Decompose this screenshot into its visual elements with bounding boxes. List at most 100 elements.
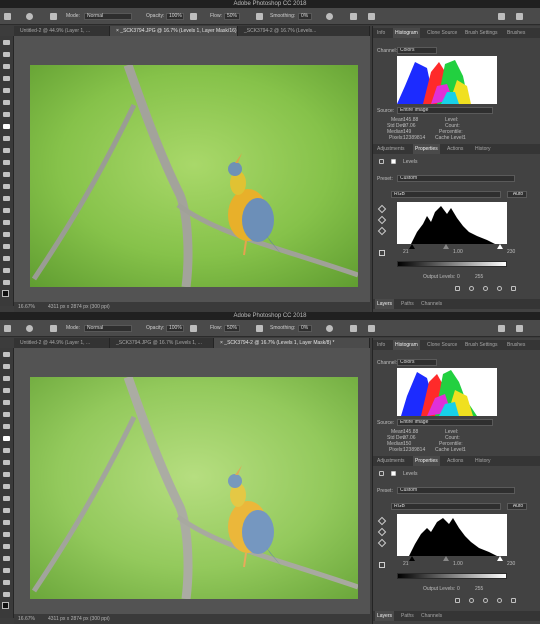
eyedropper-tool-icon[interactable]: [3, 100, 10, 105]
input-black-value[interactable]: 21: [403, 561, 409, 567]
brush-tool-icon[interactable]: [4, 325, 11, 332]
input-black-slider[interactable]: [409, 556, 415, 561]
airbrush-icon[interactable]: [256, 325, 263, 332]
tab-document-2[interactable]: _SCK3794.JPG @ 16.7% (Levels 1, ...: [110, 338, 214, 348]
input-white-slider[interactable]: [497, 556, 503, 561]
opacity-input[interactable]: 100%: [166, 13, 184, 20]
smoothing-input[interactable]: 0%: [298, 13, 312, 20]
input-gamma-value[interactable]: 1.00: [453, 561, 463, 567]
tab-properties[interactable]: Properties: [413, 144, 440, 154]
tab-document-1[interactable]: Untitled-2 @ 44.9% (Layer 1, ...: [14, 338, 110, 348]
brush-tool-icon[interactable]: [3, 124, 10, 129]
tab-properties[interactable]: Properties: [413, 456, 440, 466]
clone-stamp-tool-icon[interactable]: [3, 448, 10, 453]
input-gamma-slider[interactable]: [443, 556, 449, 561]
flow-input[interactable]: 50%: [224, 13, 240, 20]
eyedropper-tool-icon[interactable]: [3, 412, 10, 417]
gradient-tool-icon[interactable]: [3, 484, 10, 489]
tab-history[interactable]: History: [473, 144, 493, 154]
reset-icon[interactable]: [483, 598, 488, 603]
gray-eyedropper-icon[interactable]: [377, 527, 387, 537]
move-tool-icon[interactable]: [3, 40, 10, 45]
tab-adjustments[interactable]: Adjustments: [375, 144, 407, 154]
eraser-tool-icon[interactable]: [3, 160, 10, 165]
input-white-value[interactable]: 230: [507, 249, 515, 255]
view-previous-icon[interactable]: [469, 286, 474, 291]
crop-tool-icon[interactable]: [3, 88, 10, 93]
lasso-tool-icon[interactable]: [3, 376, 10, 381]
workspace-icon[interactable]: [516, 13, 523, 20]
opacity-input[interactable]: 100%: [166, 325, 184, 332]
auto-button[interactable]: Auto: [507, 503, 527, 510]
input-white-value[interactable]: 230: [507, 561, 515, 567]
marquee-tool-icon[interactable]: [3, 364, 10, 369]
tab-brush-settings[interactable]: Brush Settings: [463, 28, 500, 38]
symmetry-icon[interactable]: [368, 13, 375, 20]
marquee-tool-icon[interactable]: [3, 52, 10, 57]
search-icon[interactable]: [498, 325, 505, 332]
canvas-area[interactable]: [14, 348, 370, 614]
output-white-value[interactable]: 255: [475, 586, 483, 592]
input-white-slider[interactable]: [497, 244, 503, 249]
tab-layers[interactable]: Layers: [375, 299, 395, 309]
source-select[interactable]: Entire Image: [397, 419, 493, 426]
tab-paths[interactable]: Paths: [399, 611, 416, 621]
airbrush-icon[interactable]: [256, 13, 263, 20]
search-icon[interactable]: [498, 13, 505, 20]
output-white-value[interactable]: 255: [475, 274, 483, 280]
clipping-warning-icon[interactable]: [379, 562, 385, 568]
canvas-area[interactable]: [14, 36, 370, 302]
tab-document-3[interactable]: _SCK3794-2 @ 16.7% (Levels...: [238, 26, 370, 36]
tab-document-3[interactable]: × _SCK3794-2 @ 16.7% (Levels 1, Layer Ma…: [214, 338, 370, 348]
blur-tool-icon[interactable]: [3, 496, 10, 501]
history-brush-tool-icon[interactable]: [3, 148, 10, 153]
healing-brush-tool-icon[interactable]: [3, 424, 10, 429]
tab-adjustments[interactable]: Adjustments: [375, 456, 407, 466]
levels-channel-select[interactable]: RGB: [391, 503, 501, 510]
brush-panel-icon[interactable]: [50, 13, 57, 20]
path-selection-tool-icon[interactable]: [3, 232, 10, 237]
pressure-size-icon[interactable]: [350, 325, 357, 332]
trash-icon[interactable]: [511, 286, 516, 291]
black-eyedropper-icon[interactable]: [377, 204, 387, 214]
white-eyedropper-icon[interactable]: [377, 226, 387, 236]
eraser-tool-icon[interactable]: [3, 472, 10, 477]
tab-histogram[interactable]: Histogram: [393, 340, 420, 350]
channel-select[interactable]: Colors: [397, 47, 437, 54]
shape-tool-icon[interactable]: [3, 556, 10, 561]
dodge-tool-icon[interactable]: [3, 196, 10, 201]
move-tool-icon[interactable]: [3, 352, 10, 357]
levels-channel-select[interactable]: RGB: [391, 191, 501, 198]
gradient-tool-icon[interactable]: [3, 172, 10, 177]
gear-icon[interactable]: [326, 325, 333, 332]
mode-select[interactable]: Normal: [84, 13, 132, 20]
tab-clone-source[interactable]: Clone Source: [425, 28, 459, 38]
clip-to-layer-icon[interactable]: [455, 286, 460, 291]
tab-brushes[interactable]: Brushes: [505, 28, 527, 38]
dodge-tool-icon[interactable]: [3, 508, 10, 513]
tab-layers[interactable]: Layers: [375, 611, 395, 621]
pen-tool-icon[interactable]: [3, 208, 10, 213]
trash-icon[interactable]: [511, 598, 516, 603]
input-black-slider[interactable]: [409, 244, 415, 249]
tab-channels[interactable]: Channels: [419, 611, 444, 621]
brush-preset-icon[interactable]: [26, 325, 33, 332]
auto-button[interactable]: Auto: [507, 191, 527, 198]
pressure-opacity-icon[interactable]: [190, 325, 197, 332]
zoom-tool-icon[interactable]: [3, 268, 10, 273]
path-selection-tool-icon[interactable]: [3, 544, 10, 549]
preset-select[interactable]: Custom: [397, 175, 515, 182]
hand-tool-icon[interactable]: [3, 568, 10, 573]
white-eyedropper-icon[interactable]: [377, 538, 387, 548]
brush-preset-icon[interactable]: [26, 13, 33, 20]
source-select[interactable]: Entire Image: [397, 107, 493, 114]
gray-eyedropper-icon[interactable]: [377, 215, 387, 225]
smoothing-input[interactable]: 0%: [298, 325, 312, 332]
zoom-tool-icon[interactable]: [3, 580, 10, 585]
mode-select[interactable]: Normal: [84, 325, 132, 332]
hand-tool-icon[interactable]: [3, 256, 10, 261]
lasso-tool-icon[interactable]: [3, 64, 10, 69]
visibility-eye-icon[interactable]: [497, 598, 502, 603]
more-tools-icon[interactable]: [3, 592, 10, 597]
zoom-level[interactable]: 16.67%: [18, 614, 35, 624]
